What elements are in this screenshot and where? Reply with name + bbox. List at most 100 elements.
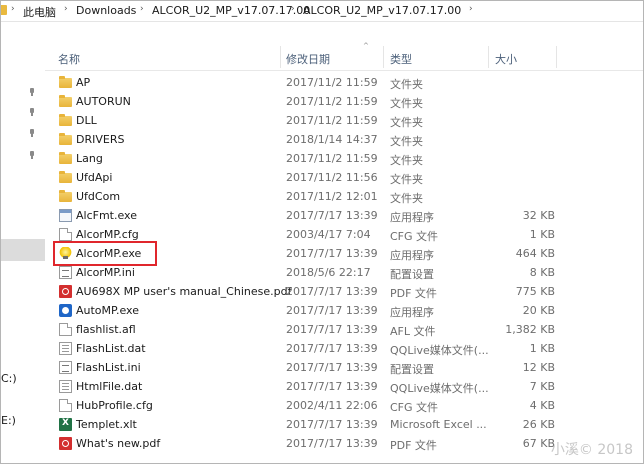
file-type: PDF 文件 <box>390 287 437 300</box>
file-type: 文件夹 <box>390 78 423 91</box>
column-divider[interactable] <box>383 46 384 68</box>
nav-item-drive-c[interactable]: C:) <box>1 372 17 385</box>
file-date: 2017/7/17 13:39 <box>286 247 378 260</box>
file-date: 2017/7/17 13:39 <box>286 437 378 450</box>
file-size: 1 KB <box>529 228 555 241</box>
file-date: 2017/7/17 13:39 <box>286 380 378 393</box>
file-name: AutoMP.exe <box>76 304 139 317</box>
file-name: What's new.pdf <box>76 437 161 450</box>
pin-icon[interactable] <box>28 108 36 116</box>
file-size: 26 KB <box>522 418 555 431</box>
file-size: 8 KB <box>529 266 555 279</box>
pin-icon[interactable] <box>28 129 36 137</box>
file-name: AUTORUN <box>76 95 131 108</box>
column-size[interactable]: 大小 <box>495 51 517 67</box>
file-row[interactable]: UfdApi 2017/11/2 11:56 文件夹 <box>45 168 643 187</box>
file-row[interactable]: AUTORUN 2017/11/2 11:59 文件夹 <box>45 92 643 111</box>
file-date: 2018/1/14 14:37 <box>286 133 378 146</box>
highlight-box <box>53 241 157 266</box>
file-name: AU698X MP user's manual_Chinese.pdf <box>76 285 292 298</box>
file-icon <box>59 228 72 241</box>
column-divider[interactable] <box>280 46 281 68</box>
file-name: AlcorMP.cfg <box>76 228 139 241</box>
file-row[interactable]: DRIVERS 2018/1/14 14:37 文件夹 <box>45 130 643 149</box>
file-date: 2017/11/2 11:59 <box>286 95 378 108</box>
watermark: 小溪© 2018 <box>550 442 633 458</box>
file-name: AP <box>76 76 91 89</box>
column-divider[interactable] <box>488 46 489 68</box>
file-date: 2017/7/17 13:39 <box>286 304 378 317</box>
exe-icon <box>59 209 72 222</box>
file-row[interactable]: UfdCom 2017/11/2 12:01 文件夹 <box>45 187 643 206</box>
file-row[interactable]: DLL 2017/11/2 11:59 文件夹 <box>45 111 643 130</box>
file-date: 2017/11/2 11:56 <box>286 171 378 184</box>
file-type: CFG 文件 <box>390 230 439 243</box>
dat-icon <box>59 342 72 355</box>
ini-icon <box>59 266 72 279</box>
excel-icon <box>59 418 72 431</box>
pin-icon[interactable] <box>28 88 36 96</box>
file-name: AlcorMP.ini <box>76 266 135 279</box>
column-date[interactable]: 修改日期 <box>286 51 330 67</box>
file-row[interactable]: Templet.xlt 2017/7/17 13:39 Microsoft Exce… <box>45 415 643 434</box>
file-row[interactable]: flashlist.afl 2017/7/17 13:39 AFL 文件 1,382 … <box>45 320 643 339</box>
file-date: 2017/7/17 13:39 <box>286 342 378 355</box>
file-type: PDF 文件 <box>390 439 437 452</box>
file-name: HubProfile.cfg <box>76 399 153 412</box>
file-row[interactable]: AlcFmt.exe 2017/7/17 13:39 应用程序 32 KB <box>45 206 643 225</box>
breadcrumb-this-pc[interactable]: 此电脑 <box>23 4 56 20</box>
file-name: AlcFmt.exe <box>76 209 137 222</box>
folder-icon <box>59 171 72 183</box>
file-type: QQLive媒体文件(... <box>390 382 489 395</box>
file-size: 1,382 KB <box>505 323 555 336</box>
pin-icon[interactable] <box>28 151 36 159</box>
file-date: 2003/4/17 7:04 <box>286 228 371 241</box>
file-type: 应用程序 <box>390 249 434 262</box>
pdf-icon <box>59 437 72 450</box>
chevron-right-icon[interactable]: › <box>64 4 68 14</box>
pdf-icon <box>59 285 72 298</box>
file-row[interactable]: AP 2017/11/2 11:59 文件夹 <box>45 73 643 92</box>
chevron-right-icon[interactable]: › <box>469 4 473 14</box>
file-row[interactable]: HtmlFile.dat 2017/7/17 13:39 QQLive媒体文件(..… <box>45 377 643 396</box>
folder-icon <box>59 114 72 126</box>
file-row[interactable]: AutoMP.exe 2017/7/17 13:39 应用程序 20 KB <box>45 301 643 320</box>
file-date: 2017/7/17 13:39 <box>286 209 378 222</box>
breadcrumb-alcor-current[interactable]: ALCOR_U2_MP_v17.07.17.00 <box>303 4 461 17</box>
file-row[interactable]: AU698X MP user's manual_Chinese.pdf 2017/… <box>45 282 643 301</box>
file-name: HtmlFile.dat <box>76 380 143 393</box>
address-bar[interactable]: › 此电脑 › Downloads › ALCOR_U2_MP_v17.07.1… <box>1 1 643 22</box>
file-date: 2017/11/2 11:59 <box>286 114 378 127</box>
file-type: 应用程序 <box>390 306 434 319</box>
explorer-window: › 此电脑 › Downloads › ALCOR_U2_MP_v17.07.1… <box>0 0 644 464</box>
column-type[interactable]: 类型 <box>390 51 412 67</box>
file-row[interactable]: FlashList.dat 2017/7/17 13:39 QQLive媒体文件(.… <box>45 339 643 358</box>
column-divider[interactable] <box>556 46 557 68</box>
file-type: Microsoft Excel ... <box>390 418 487 431</box>
file-name: FlashList.ini <box>76 361 141 374</box>
chevron-right-icon[interactable]: › <box>11 4 15 14</box>
file-row[interactable]: FlashList.ini 2017/7/17 13:39 配置设置 12 KB <box>45 358 643 377</box>
file-date: 2017/7/17 13:39 <box>286 361 378 374</box>
breadcrumb-alcor-parent[interactable]: ALCOR_U2_MP_v17.07.17.00 <box>152 4 310 17</box>
folder-icon <box>59 133 72 145</box>
column-name[interactable]: 名称 <box>58 51 80 67</box>
file-name: DRIVERS <box>76 133 125 146</box>
file-name: FlashList.dat <box>76 342 146 355</box>
file-size: 12 KB <box>522 361 555 374</box>
breadcrumb-downloads[interactable]: Downloads <box>76 4 136 17</box>
file-row[interactable]: HubProfile.cfg 2002/4/11 22:06 CFG 文件 4 KB <box>45 396 643 415</box>
file-name: UfdCom <box>76 190 121 203</box>
nav-item-drive-e[interactable]: E:) <box>1 414 16 427</box>
file-name: Lang <box>76 152 103 165</box>
chevron-right-icon[interactable]: › <box>291 4 295 14</box>
file-type: 文件夹 <box>390 192 423 205</box>
nav-item-selected[interactable] <box>1 239 45 261</box>
navigation-pane: C:) E:) <box>1 22 45 463</box>
file-type: 文件夹 <box>390 116 423 129</box>
file-icon <box>59 399 72 412</box>
sort-up-icon: ^ <box>363 42 369 50</box>
file-row[interactable]: Lang 2017/11/2 11:59 文件夹 <box>45 149 643 168</box>
chevron-right-icon[interactable]: › <box>140 4 144 14</box>
folder-icon <box>59 76 72 88</box>
